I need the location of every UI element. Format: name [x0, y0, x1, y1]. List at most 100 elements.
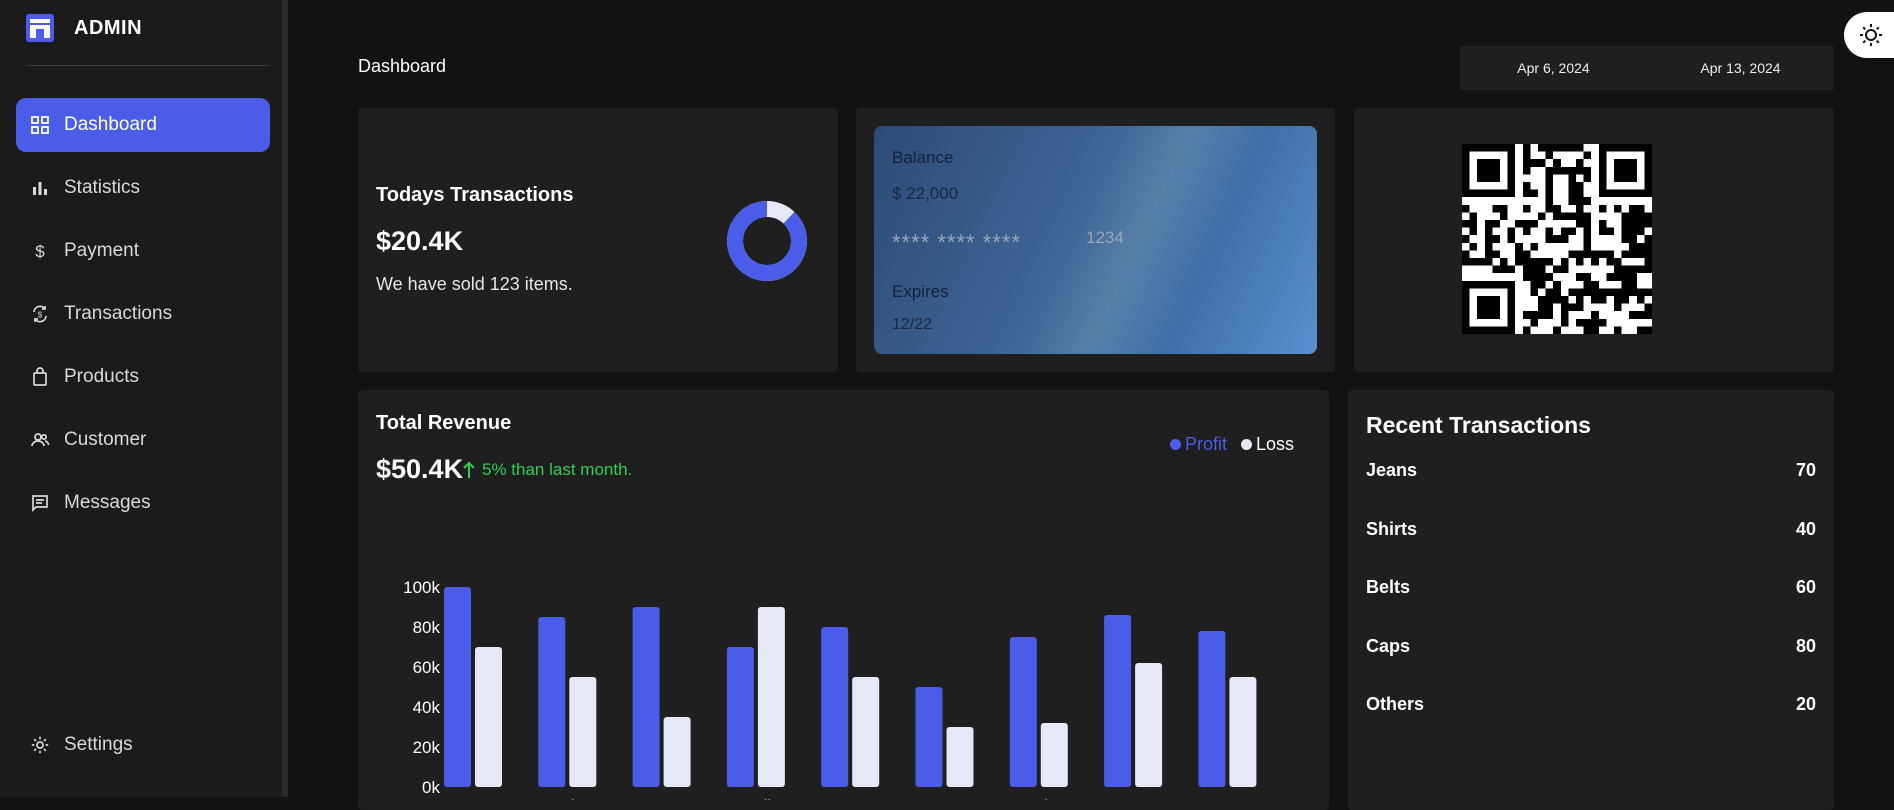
brand[interactable]: ADMIN [24, 12, 142, 44]
message-icon [32, 495, 48, 513]
transactions-donut [727, 201, 807, 281]
y-tick-label: 80k [413, 618, 441, 637]
people-icon [31, 433, 50, 447]
bar-loss-sep[interactable] [1229, 677, 1257, 787]
expires-label: Expires [892, 282, 949, 301]
bar-loss-jan[interactable] [475, 647, 502, 787]
bar-loss-aug[interactable] [1135, 663, 1163, 787]
sidebar-item-label: Settings [64, 734, 133, 755]
bar-profit-jan[interactable] [444, 587, 471, 787]
chart-legend: Profit Loss [1170, 434, 1294, 455]
balance-value: $ 22,000 [892, 184, 959, 203]
item-value: 80 [1795, 636, 1816, 656]
item-name: Caps [1366, 636, 1411, 656]
list-item[interactable]: Shirts 40 [1366, 519, 1816, 540]
brand-name: ADMIN [74, 16, 143, 39]
total-revenue-card: Total Revenue $50.4K 5% than last month.… [358, 390, 1329, 810]
grid-icon [31, 116, 49, 134]
item-value: 70 [1795, 460, 1816, 480]
bar-profit-aug[interactable] [1104, 615, 1132, 787]
sidebar-item-customer[interactable]: Customer [16, 413, 270, 467]
arrow-up-icon [463, 461, 475, 478]
balance-label: Balance [892, 148, 954, 167]
item-name: Jeans [1366, 460, 1418, 480]
bar-profit-feb[interactable] [538, 617, 566, 787]
exchange-icon: $ [33, 305, 47, 323]
x-tick-label: Sep [1212, 798, 1241, 800]
date-end[interactable]: Apr 13, 2024 [1647, 60, 1834, 76]
list-item[interactable]: Belts 60 [1366, 577, 1816, 598]
x-tick-label: May [834, 798, 864, 800]
bar-profit-jun[interactable] [915, 687, 943, 787]
y-tick-label: 40k [413, 698, 441, 717]
recent-transactions-title: Recent Transactions [1366, 412, 1591, 438]
bar-profit-mar[interactable] [632, 607, 660, 787]
legend-item-profit[interactable]: Profit [1170, 434, 1227, 455]
bar-loss-may[interactable] [852, 677, 880, 787]
shopping-bag-icon [33, 367, 47, 386]
bar-loss-jul[interactable] [1040, 723, 1068, 787]
todays-transactions-value: $20.4K [376, 226, 464, 256]
legend-label-profit: Profit [1185, 434, 1228, 454]
store-icon [26, 14, 54, 42]
bank-card[interactable]: Balance $ 22,000 **** **** **** 1234 Exp… [874, 126, 1317, 354]
list-item[interactable]: Caps 80 [1366, 636, 1816, 657]
item-name: Others [1366, 694, 1425, 714]
dollar-icon: $ [35, 242, 45, 261]
sidebar-item-label: Transactions [64, 303, 173, 324]
todays-transactions-description: We have sold 123 items. [376, 274, 573, 294]
item-value: 60 [1795, 577, 1816, 597]
bar-loss-feb[interactable] [569, 677, 597, 787]
date-range-picker[interactable]: Apr 6, 2024 Apr 13, 2024 [1460, 46, 1834, 90]
list-item[interactable]: Jeans 70 [1366, 460, 1816, 481]
theme-toggle-button[interactable] [1844, 12, 1894, 58]
y-tick-label: 60k [413, 658, 441, 677]
balance-card-panel: Balance $ 22,000 **** **** **** 1234 Exp… [856, 108, 1335, 372]
bar-chart-icon [33, 182, 47, 195]
svg-text:$: $ [38, 311, 43, 320]
bar-profit-jul[interactable] [1009, 637, 1037, 787]
legend-dot-loss [1241, 439, 1253, 450]
bar-profit-sep[interactable] [1198, 631, 1226, 787]
x-tick-label: Jan [459, 798, 485, 800]
sidebar-item-label: Statistics [64, 177, 141, 198]
revenue-title: Total Revenue [376, 412, 512, 434]
card-number-masked: **** **** **** [892, 230, 1021, 255]
sidebar-item-products[interactable]: Products [16, 350, 270, 404]
sidebar-item-label: Payment [64, 240, 139, 261]
bar-profit-april[interactable] [726, 647, 754, 787]
date-start[interactable]: Apr 6, 2024 [1460, 60, 1647, 76]
todays-transactions-card: Todays Transactions $20.4K We have sold … [358, 108, 838, 372]
y-tick-label: 20k [413, 738, 441, 757]
sun-icon [1860, 24, 1882, 46]
legend-label-loss: Loss [1256, 434, 1295, 454]
sidebar-item-payment[interactable]: $ Payment [16, 224, 270, 278]
qr-card [1354, 108, 1834, 372]
sidebar-item-settings[interactable]: Settings [16, 718, 270, 772]
sidebar-item-statistics[interactable]: Statistics [16, 161, 270, 215]
bar-loss-jun[interactable] [946, 727, 974, 787]
bar-loss-april[interactable] [757, 607, 785, 787]
page-title: Dashboard [358, 56, 447, 76]
sidebar-item-dashboard[interactable]: Dashboard [16, 98, 270, 152]
revenue-change: 5% than last month. [462, 460, 632, 480]
revenue-change-text: 5% than last month. [482, 460, 633, 479]
sidebar-item-label: Dashboard [64, 114, 157, 135]
donut-arc [727, 201, 807, 281]
x-tick-label: Feb [553, 798, 581, 800]
gear-icon [31, 736, 49, 754]
qr-code[interactable] [1462, 144, 1652, 334]
bar-profit-may[interactable] [821, 627, 849, 787]
x-tick-label: Aug [1118, 798, 1146, 800]
x-tick-label: Jul [1028, 798, 1048, 800]
sidebar-item-messages[interactable]: Messages [16, 476, 270, 530]
list-item[interactable]: Others 20 [1366, 694, 1816, 715]
x-tick-label: April [739, 798, 771, 800]
x-tick-label: Mar [647, 798, 675, 800]
y-tick-label: 100k [403, 578, 440, 597]
bar-loss-mar[interactable] [663, 717, 691, 787]
sidebar-item-transactions[interactable]: $ Transactions [16, 287, 270, 341]
legend-item-loss[interactable]: Loss [1241, 434, 1294, 455]
card-number-last4: 1234 [1086, 228, 1124, 247]
expires-value: 12/22 [892, 316, 933, 333]
